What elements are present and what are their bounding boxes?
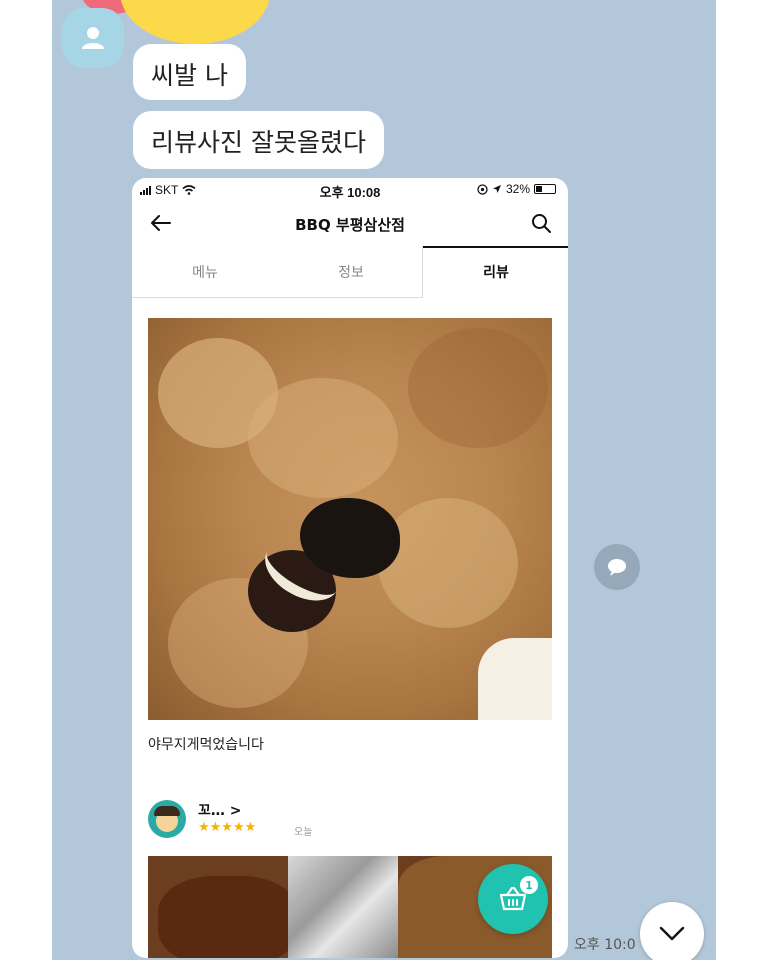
- search-icon: [532, 214, 551, 233]
- location-icon: [492, 185, 501, 193]
- status-bar: SKT 오후 10:08 32%: [132, 178, 568, 202]
- tab-menu[interactable]: 메뉴: [132, 246, 278, 298]
- cart-button[interactable]: 1: [478, 864, 548, 934]
- tab-bar: 메뉴 정보 리뷰: [132, 246, 568, 298]
- review-text: 야무지게먹었습니다: [148, 737, 264, 753]
- battery-icon: [534, 184, 556, 194]
- tab-review[interactable]: 리뷰: [424, 246, 568, 298]
- star-rating: ★★★★★: [198, 820, 257, 835]
- speech-bubble-icon: [608, 559, 626, 576]
- message-timestamp: 오후 10:0: [574, 937, 636, 953]
- chat-message[interactable]: 리뷰사진 잘못올렸다: [133, 111, 384, 169]
- chevron-down-icon: [659, 926, 685, 941]
- person-icon: [82, 27, 104, 49]
- reviewer-row[interactable]: 꼬… > ★★★★★ 오늘: [148, 798, 548, 842]
- search-button[interactable]: [526, 208, 556, 238]
- reviewer-name[interactable]: 꼬… >: [198, 800, 242, 820]
- tab-info[interactable]: 정보: [278, 246, 424, 298]
- sender-avatar[interactable]: [62, 8, 124, 68]
- app-header: BBQ 부평삼산점: [132, 202, 568, 246]
- scroll-down-button[interactable]: [640, 902, 704, 960]
- status-right: 32%: [477, 182, 556, 196]
- page-title: BBQ 부평삼산점: [295, 216, 405, 234]
- battery-percent: 32%: [505, 182, 530, 196]
- lock-rotation-icon: [477, 183, 488, 195]
- review-date: 오늘: [294, 827, 313, 838]
- avatar[interactable]: [148, 800, 186, 838]
- cart-count-badge: 1: [520, 876, 538, 894]
- chat-message[interactable]: 씨발 나: [133, 44, 246, 100]
- shared-screenshot[interactable]: SKT 오후 10:08 32% BBQ 부평삼산점 메뉴 정보 리뷰 야무지게…: [132, 178, 568, 958]
- message-action-button[interactable]: [594, 544, 640, 590]
- review-photo[interactable]: [148, 318, 552, 720]
